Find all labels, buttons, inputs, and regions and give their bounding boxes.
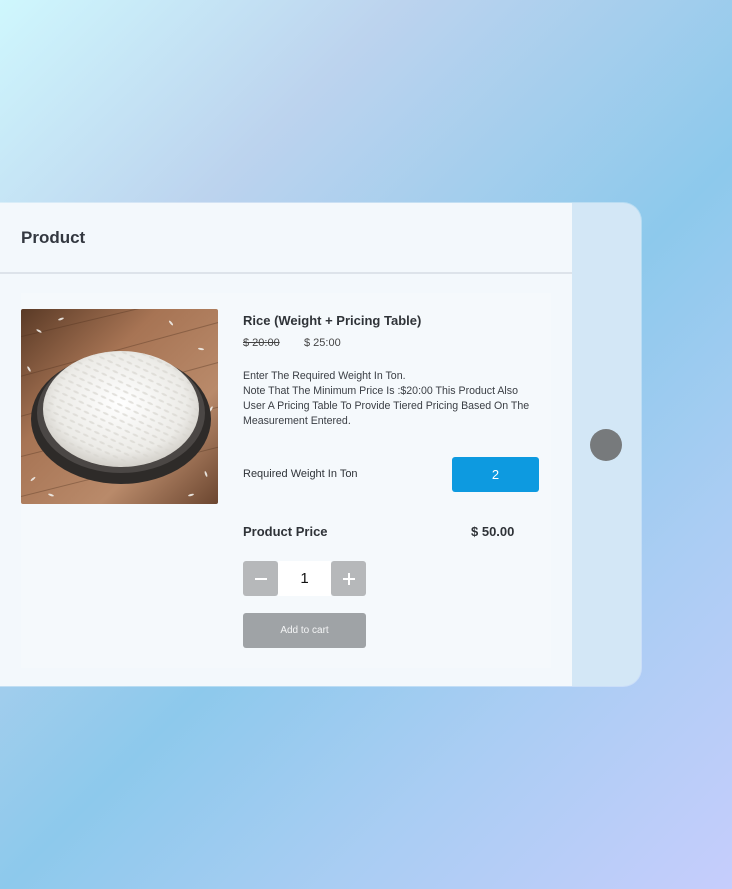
product-image	[21, 309, 218, 504]
rice-bowl-photo-icon	[21, 309, 218, 504]
product-price-value: $ 50.00	[471, 524, 515, 539]
sale-price: $ 25:00	[304, 337, 341, 349]
increase-quantity-button[interactable]	[331, 561, 366, 596]
screen-header: Product	[0, 203, 572, 274]
description-line: User A Pricing Table To Provide Tiered P…	[243, 400, 530, 412]
quantity-input[interactable]: 1	[278, 561, 331, 596]
original-price: $ 20:00	[243, 337, 280, 349]
page-title: Product	[21, 227, 86, 247]
product-name: Rice (Weight + Pricing Table)	[243, 313, 422, 328]
product-screen: Product Rice (Weight + Pricing Table) $ …	[0, 203, 572, 686]
product-card: Rice (Weight + Pricing Table) $ 20:00 $ …	[21, 293, 551, 668]
description-line: Measurement Entered.	[243, 415, 351, 427]
product-description: Enter The Required Weight In Ton. Note T…	[243, 369, 565, 429]
weight-input[interactable]	[452, 457, 539, 492]
product-price-label: Product Price	[243, 524, 328, 539]
plus-icon	[342, 572, 355, 585]
quantity-stepper: 1	[243, 561, 366, 596]
description-line: Note That The Minimum Price Is :$20:00 T…	[243, 385, 518, 397]
weight-label: Required Weight In Ton	[243, 468, 358, 480]
minus-icon	[254, 577, 267, 580]
home-button[interactable]	[590, 429, 622, 461]
tablet-frame: Product Rice (Weight + Pricing Table) $ …	[0, 203, 641, 686]
add-to-cart-button[interactable]: Add to cart	[243, 613, 366, 648]
decrease-quantity-button[interactable]	[243, 561, 278, 596]
description-line: Enter The Required Weight In Ton.	[243, 370, 406, 382]
